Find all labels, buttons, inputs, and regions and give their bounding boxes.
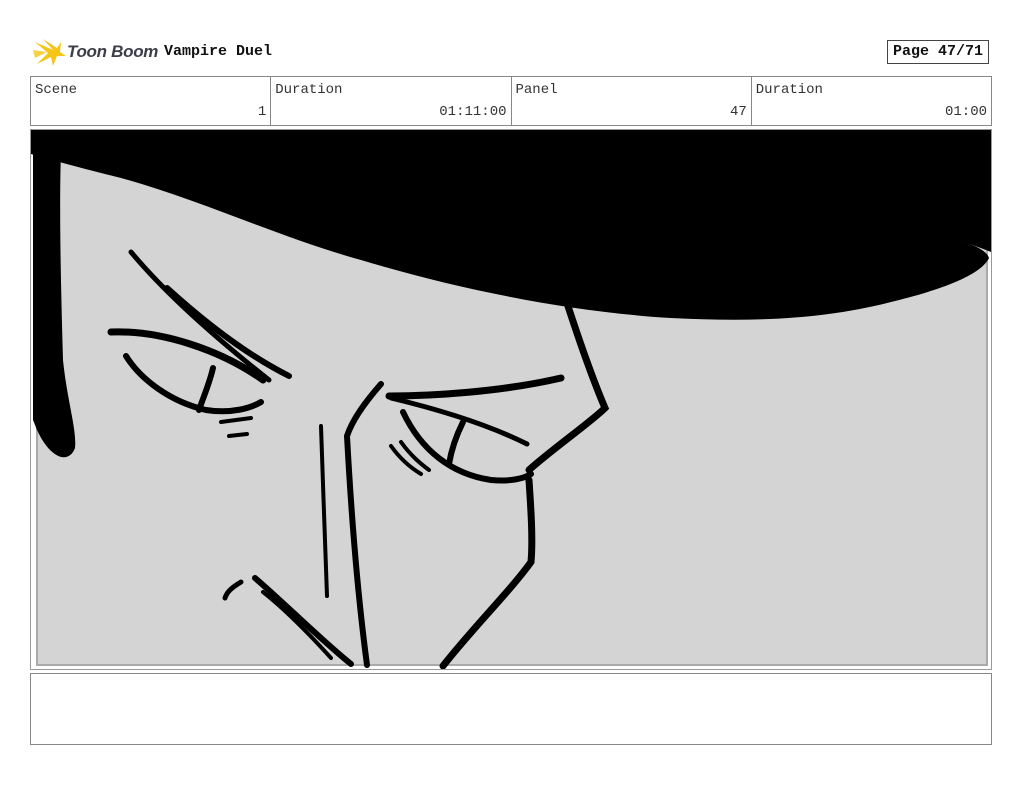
panel-notes-box[interactable] bbox=[30, 673, 992, 745]
toon-boom-logo: Toon Boom bbox=[33, 36, 159, 70]
panel-duration-value: 01:00 bbox=[944, 104, 987, 120]
storyboard-panel bbox=[30, 129, 992, 670]
scene-duration-cell: Duration 01:11:00 bbox=[271, 77, 512, 125]
panel-value: 47 bbox=[729, 104, 747, 120]
scene-label: Scene bbox=[35, 82, 78, 98]
page-indicator: Page 47/71 bbox=[887, 40, 989, 64]
star-burst-icon bbox=[33, 39, 66, 66]
scene-cell: Scene 1 bbox=[31, 77, 272, 125]
panel-duration-label: Duration bbox=[755, 82, 823, 98]
left-eye-bag-2 bbox=[227, 432, 249, 438]
sketch-face-hat-drawing bbox=[31, 130, 991, 669]
scene-duration-value: 01:11:00 bbox=[439, 104, 507, 120]
panel-info-row: Scene 1 Duration 01:11:00 Panel 47 Durat… bbox=[30, 76, 992, 126]
scene-duration-label: Duration bbox=[275, 82, 343, 98]
panel-label: Panel bbox=[515, 82, 558, 98]
panel-cell: Panel 47 bbox=[512, 77, 752, 125]
scene-value: 1 bbox=[257, 104, 267, 120]
panel-duration-cell: Duration 01:00 bbox=[752, 77, 991, 125]
project-title: Vampire Duel bbox=[164, 43, 273, 60]
logo-text: Toon Boom bbox=[67, 42, 159, 61]
